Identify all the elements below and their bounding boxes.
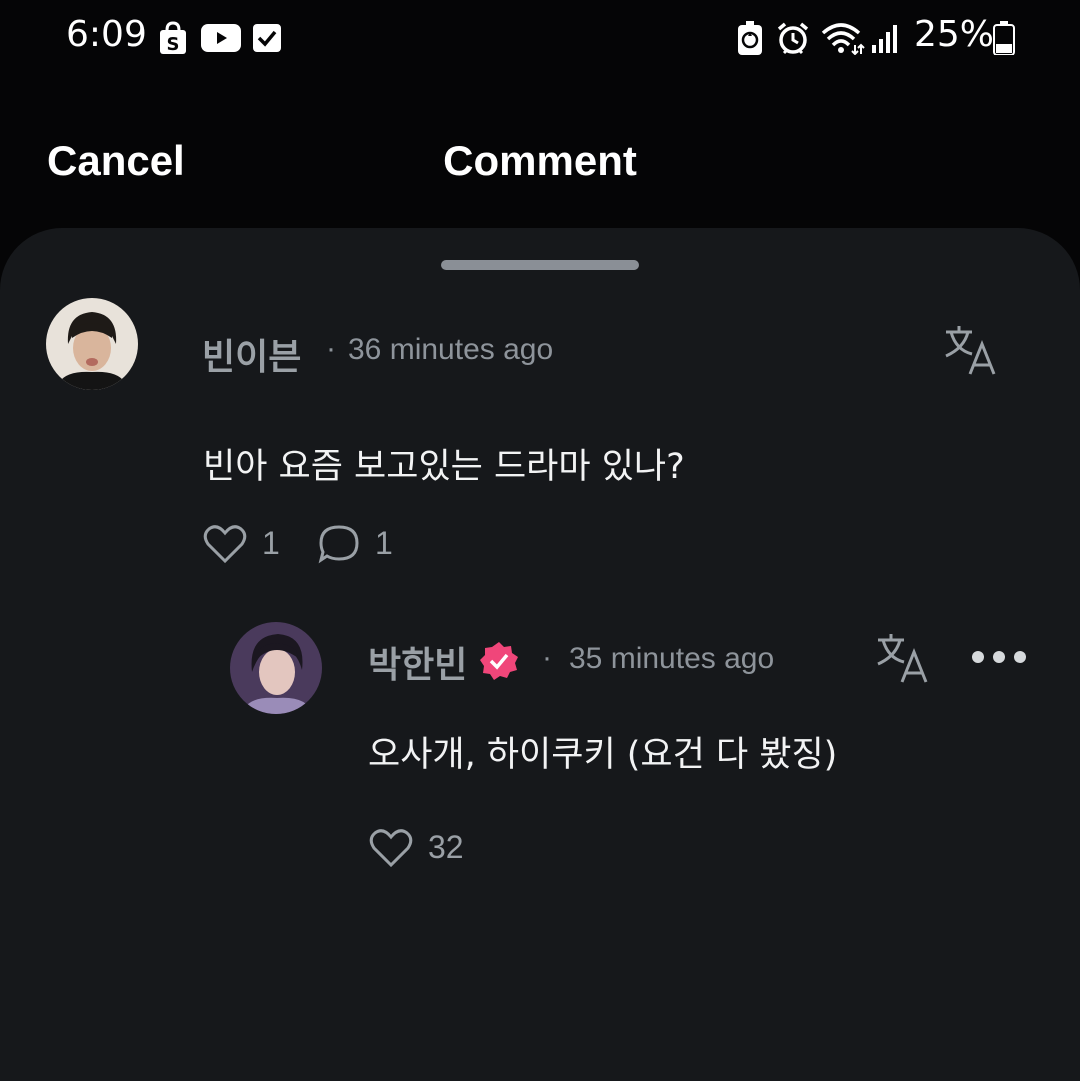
separator-dot: ·	[326, 332, 336, 365]
checkbox-icon	[252, 20, 282, 56]
comment-username[interactable]: 빈이븐	[202, 328, 301, 380]
battery-icon	[992, 20, 1016, 56]
reply-text: 오사개, 하이쿠키 (요건 다 봤징)	[368, 735, 838, 775]
heart-icon[interactable]	[368, 826, 414, 870]
battery-saver-icon	[736, 20, 764, 56]
wifi-icon	[820, 20, 866, 56]
like-count: 32	[428, 829, 464, 865]
svg-text:S: S	[167, 34, 180, 55]
translate-icon[interactable]	[940, 320, 1000, 380]
signal-icon	[870, 20, 900, 56]
reply-username[interactable]: 박한빈	[368, 636, 467, 688]
separator-dot: ·	[542, 641, 552, 674]
avatar[interactable]	[230, 622, 322, 714]
comment-text: 빈아 요즘 보고있는 드라마 있나?	[203, 447, 685, 487]
reply-count: 1	[375, 525, 393, 561]
status-bar: 6:09 S 25%	[0, 0, 1080, 80]
reply-time: 35 minutes ago	[569, 642, 775, 675]
youtube-icon	[200, 20, 242, 56]
avatar[interactable]	[46, 298, 138, 390]
more-options-icon[interactable]	[968, 640, 1030, 674]
alarm-icon	[775, 20, 811, 56]
shopping-bag-icon: S	[156, 20, 190, 56]
heart-icon[interactable]	[202, 522, 248, 566]
battery-percent: 25%	[914, 14, 995, 55]
reply-bubble-icon[interactable]	[316, 522, 362, 566]
verified-badge-icon	[478, 640, 520, 682]
comment-sheet: 빈이븐 · 36 minutes ago 빈아 요즘 보고있는 드라마 있나? …	[0, 228, 1080, 1081]
page-title: Comment	[443, 137, 637, 184]
header: Cancel Comment	[0, 100, 1080, 220]
like-count: 1	[262, 525, 280, 561]
status-time: 6:09	[66, 14, 147, 55]
translate-icon[interactable]	[872, 628, 932, 688]
drag-handle[interactable]	[441, 260, 639, 270]
comment-time: 36 minutes ago	[348, 333, 554, 366]
